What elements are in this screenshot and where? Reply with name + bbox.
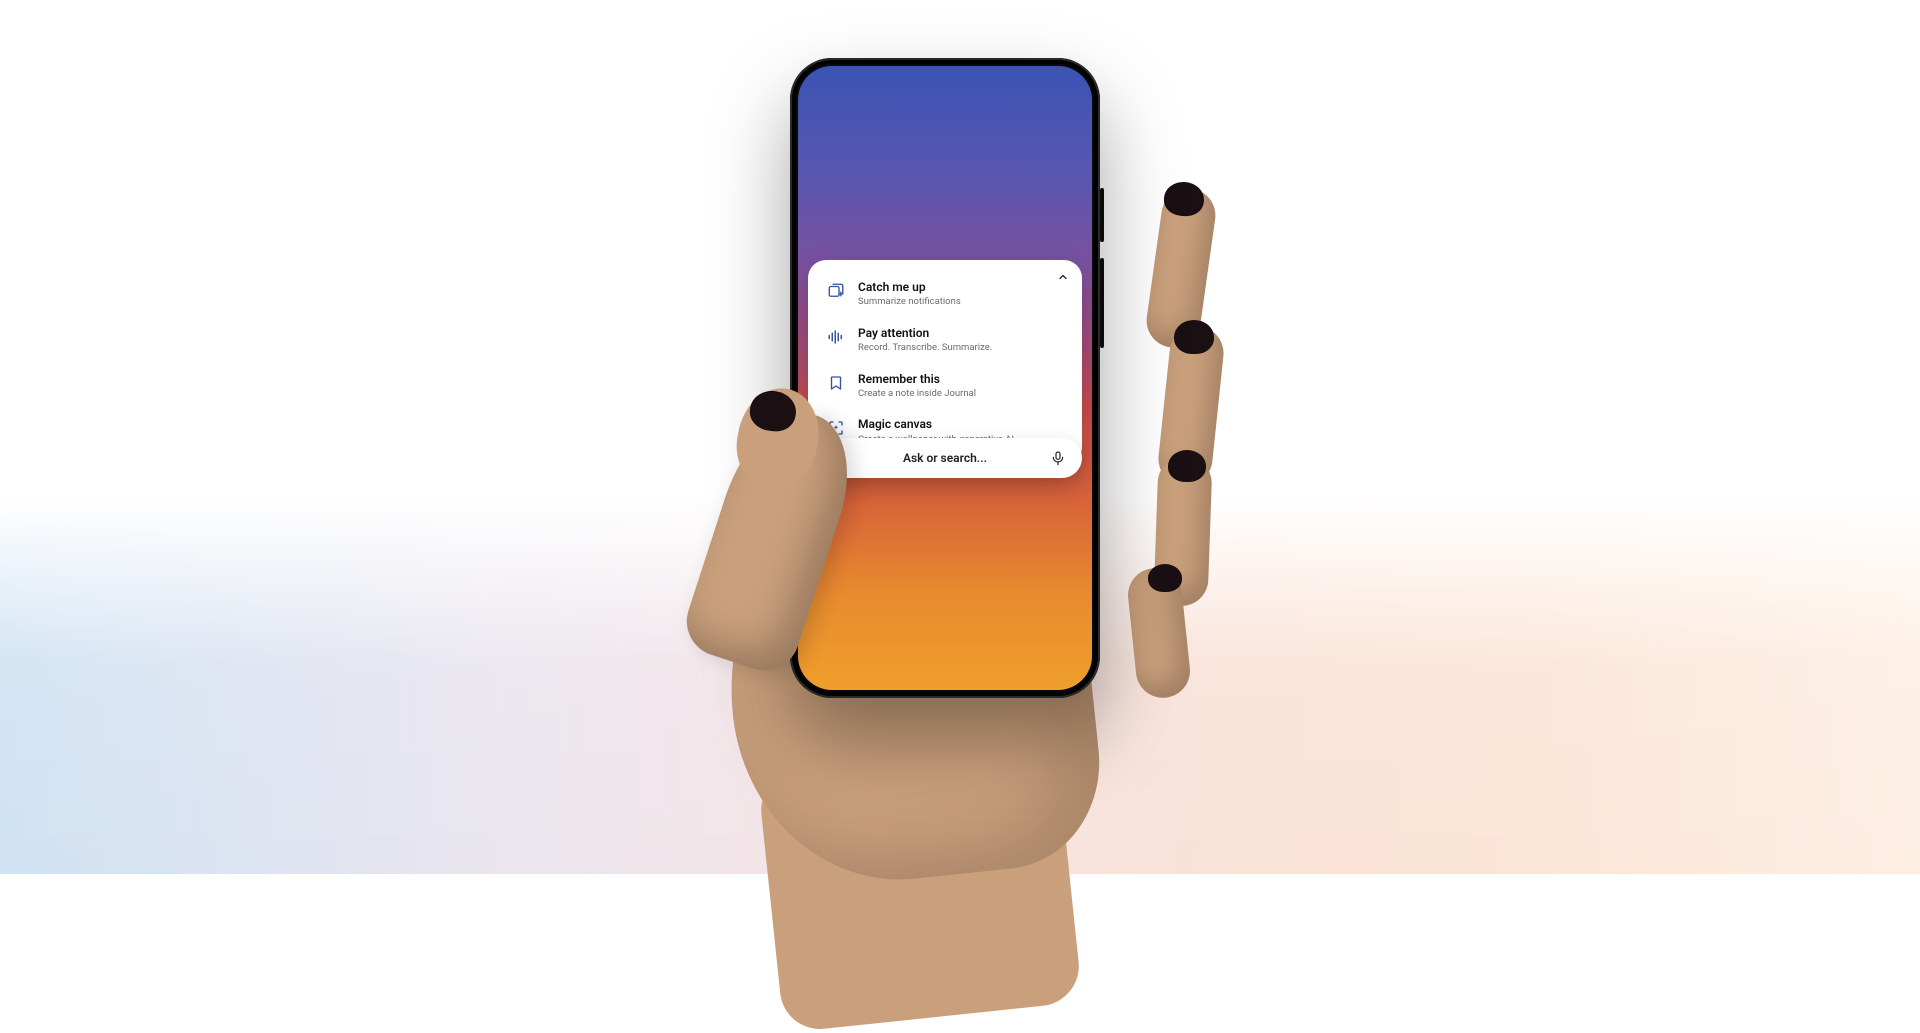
action-pay-attention[interactable]: Pay attention Record. Transcribe. Summar… — [820, 318, 1070, 362]
action-catch-me-up[interactable]: Catch me up Summarize notifications — [820, 272, 1070, 316]
phone-frame: Catch me up Summarize notifications — [790, 58, 1100, 698]
search-placeholder: Ask or search... — [842, 451, 1048, 465]
microphone-icon[interactable] — [1048, 448, 1068, 468]
action-title: Pay attention — [858, 326, 992, 340]
action-subtitle: Summarize notifications — [858, 296, 961, 307]
action-subtitle: Create a note inside Journal — [858, 388, 976, 399]
action-remember-this[interactable]: Remember this Create a note inside Journ… — [820, 364, 1070, 408]
action-title: Catch me up — [858, 280, 961, 294]
cards-plus-icon — [826, 281, 846, 301]
action-title: Magic canvas — [858, 417, 1014, 431]
action-subtitle: Record. Transcribe. Summarize. — [858, 342, 992, 353]
collapse-button[interactable] — [1054, 268, 1072, 286]
sparkle-gear-icon[interactable] — [822, 448, 842, 468]
scan-magic-icon — [826, 418, 846, 438]
search-bar[interactable]: Ask or search... — [808, 438, 1082, 478]
soundwave-icon — [826, 327, 846, 347]
phone-screen: Catch me up Summarize notifications — [798, 66, 1092, 690]
quick-actions-panel: Catch me up Summarize notifications — [808, 260, 1082, 465]
device-composition: Catch me up Summarize notifications — [680, 58, 1240, 878]
action-title: Remember this — [858, 372, 976, 386]
bookmark-icon — [826, 373, 846, 393]
chevron-up-icon — [1057, 271, 1069, 283]
